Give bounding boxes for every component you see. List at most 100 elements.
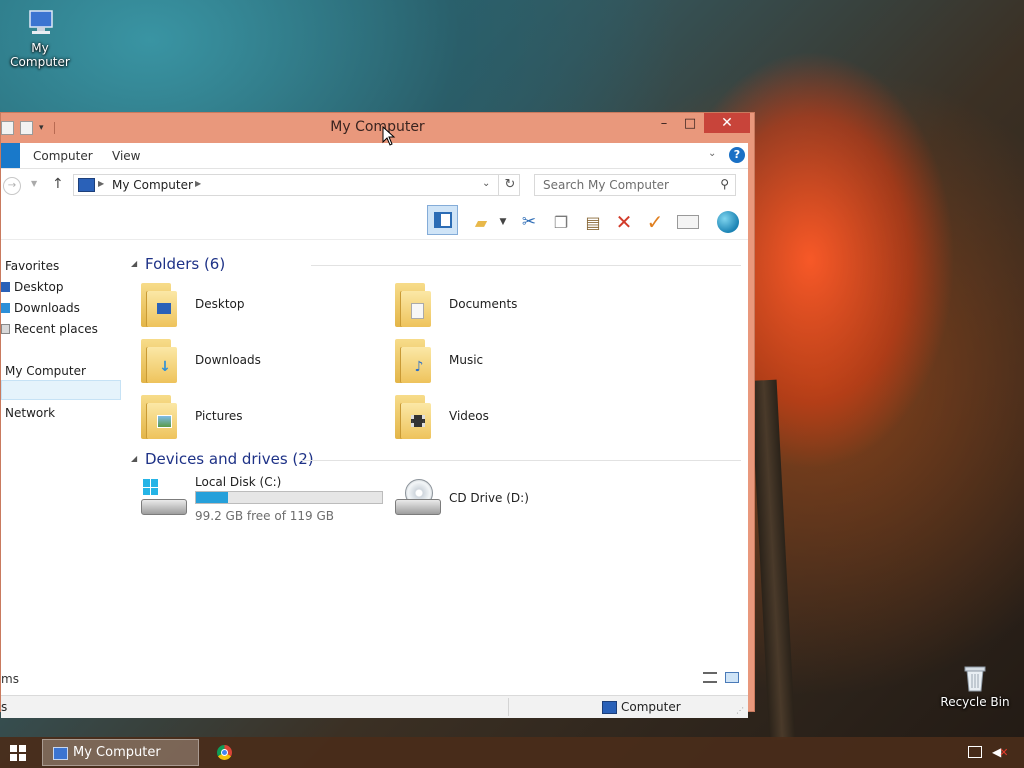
- devices-group-header[interactable]: ◢ Devices and drives (2): [131, 450, 741, 470]
- tab-view[interactable]: View: [112, 149, 140, 163]
- resize-grip-icon[interactable]: ⋰: [736, 706, 744, 715]
- sidebar-item-desktop[interactable]: Desktop: [1, 278, 64, 296]
- desktop-icon-recycle-bin[interactable]: Recycle Bin: [935, 662, 1015, 709]
- maximize-button[interactable]: □: [677, 113, 703, 133]
- windows-logo-icon: [143, 479, 159, 495]
- hard-drive-icon: [141, 479, 187, 519]
- globe-icon[interactable]: [714, 209, 742, 235]
- folders-group-header[interactable]: ◢ Folders (6): [131, 255, 741, 275]
- folder-label: Pictures: [195, 409, 243, 423]
- collapse-triangle-icon[interactable]: ◢: [131, 259, 137, 268]
- delete-icon[interactable]: ✕: [610, 209, 638, 235]
- tab-file[interactable]: [1, 143, 20, 168]
- group-divider: [301, 460, 741, 461]
- disk-usage-bar: [195, 491, 383, 504]
- volume-muted-tray-icon[interactable]: ◀✕: [992, 745, 1008, 759]
- select-check-icon[interactable]: ✓: [641, 209, 669, 235]
- status-bar-location: Computer: [621, 700, 681, 714]
- close-button[interactable]: ✕: [704, 113, 750, 133]
- desktop-icon-label: Recycle Bin: [940, 695, 1010, 709]
- breadcrumb-chevron-icon[interactable]: ▶: [195, 179, 201, 188]
- window-title: My Computer: [330, 119, 425, 135]
- pictures-folder-icon: [141, 395, 177, 439]
- address-row: → ▼ ↑ ▶ My Computer ▶ ⌄ ↻ Search My Comp…: [1, 173, 748, 199]
- computer-icon: [602, 701, 617, 714]
- collapse-triangle-icon[interactable]: ◢: [131, 454, 137, 463]
- downloads-folder-icon: ↓: [141, 339, 177, 383]
- address-dropdown-chevron-icon[interactable]: ⌄: [482, 178, 490, 189]
- breadcrumb-my-computer[interactable]: My Computer: [112, 178, 193, 192]
- recent-locations-chevron-icon[interactable]: ▼: [31, 179, 37, 188]
- up-arrow-icon[interactable]: ↑: [52, 176, 64, 192]
- drive-tile-local-disk-c[interactable]: Local Disk (C:) 99.2 GB free of 119 GB: [127, 475, 389, 527]
- documents-folder-icon: [395, 283, 431, 327]
- sidebar-item-recent-places[interactable]: Recent places: [1, 320, 98, 338]
- sidebar-item-network[interactable]: Network: [5, 404, 55, 422]
- folder-options-icon[interactable]: ▰: [467, 209, 495, 235]
- disk-usage-fill: [196, 492, 228, 503]
- breadcrumb-chevron-icon[interactable]: ▶: [98, 179, 104, 188]
- sidebar-item-label: Desktop: [14, 280, 64, 294]
- downloads-icon: [1, 303, 10, 313]
- command-toolbar: ▰ ▼ ✂ ❐ ▤ ✕ ✓: [1, 203, 748, 240]
- recent-places-icon: [1, 324, 10, 334]
- desktop-icon-my-computer[interactable]: My Computer: [0, 8, 80, 69]
- help-icon[interactable]: ?: [729, 147, 745, 163]
- folder-tile-music[interactable]: ♪ Music: [381, 337, 631, 389]
- forward-arrow-icon[interactable]: →: [3, 177, 21, 195]
- sidebar-item-downloads[interactable]: Downloads: [1, 299, 80, 317]
- title-bar[interactable]: ▾ My Computer – □ ✕: [1, 113, 754, 143]
- status-bar-divider: [508, 698, 509, 716]
- rename-icon[interactable]: [674, 209, 702, 235]
- chrome-icon[interactable]: [217, 745, 232, 760]
- refresh-icon[interactable]: ↻: [498, 175, 521, 195]
- status-bar: s Computer ⋰: [1, 695, 748, 718]
- search-icon[interactable]: ⚲: [720, 177, 729, 191]
- nav-selection-highlight: [1, 380, 121, 400]
- folder-label: Desktop: [195, 297, 245, 311]
- tab-computer[interactable]: Computer: [33, 149, 93, 163]
- view-switcher: [703, 672, 739, 683]
- network-tray-icon[interactable]: [968, 746, 982, 758]
- taskbar: My Computer ◀✕: [0, 737, 1024, 768]
- folder-tile-desktop[interactable]: Desktop: [127, 281, 377, 333]
- taskbar-button-my-computer[interactable]: My Computer: [42, 739, 199, 766]
- expand-ribbon-chevron-icon[interactable]: ⌄: [708, 148, 716, 159]
- pane-layout-icon: [433, 212, 452, 228]
- cd-drive-icon: [395, 479, 441, 519]
- sidebar-item-label: Recent places: [14, 322, 98, 336]
- paste-icon[interactable]: ▤: [579, 209, 607, 235]
- start-button-windows-icon[interactable]: [10, 745, 26, 761]
- ribbon-tabs: Computer View ⌄ ?: [1, 143, 748, 169]
- minimize-button[interactable]: –: [651, 113, 677, 133]
- item-count-text: ms: [1, 672, 19, 686]
- drive-label: Local Disk (C:): [195, 475, 282, 489]
- folder-tile-videos[interactable]: Videos: [381, 393, 631, 445]
- cut-icon[interactable]: ✂: [515, 209, 543, 235]
- drive-tile-cd-drive-d[interactable]: CD Drive (D:): [381, 475, 631, 527]
- folder-options-chevron-icon[interactable]: ▼: [495, 209, 511, 235]
- large-icons-view-icon[interactable]: [725, 672, 739, 683]
- taskbar-button-label: My Computer: [73, 745, 161, 760]
- navigation-pane: Favorites Desktop Downloads Recent place…: [1, 239, 127, 671]
- folder-tile-downloads[interactable]: ↓ Downloads: [127, 337, 377, 389]
- group-header-label: Folders (6): [145, 255, 226, 273]
- folder-tile-pictures[interactable]: Pictures: [127, 393, 377, 445]
- sidebar-item-my-computer[interactable]: My Computer: [5, 362, 86, 380]
- wallpaper-flower-stem: [750, 379, 796, 741]
- search-input[interactable]: Search My Computer ⚲: [534, 174, 736, 196]
- folder-tile-documents[interactable]: Documents: [381, 281, 631, 333]
- explorer-window: ▾ My Computer – □ ✕ Computer View ⌄ ? → …: [0, 112, 755, 718]
- recycle-bin-icon: [959, 662, 991, 692]
- folder-label: Downloads: [195, 353, 261, 367]
- content-pane: ◢ Folders (6) Desktop Documents ↓ Downlo…: [127, 239, 748, 671]
- search-placeholder: Search My Computer: [543, 178, 669, 192]
- status-bar-left-text: s: [1, 700, 8, 714]
- address-bar[interactable]: ▶ My Computer ▶ ⌄ ↻: [73, 174, 520, 196]
- navigation-pane-button[interactable]: [427, 205, 458, 235]
- videos-folder-icon: [395, 395, 431, 439]
- nav-favorites-header[interactable]: Favorites: [5, 257, 59, 275]
- copy-icon[interactable]: ❐: [547, 209, 575, 235]
- desktop-icon-label: My Computer: [10, 41, 70, 69]
- details-view-icon[interactable]: [703, 672, 717, 683]
